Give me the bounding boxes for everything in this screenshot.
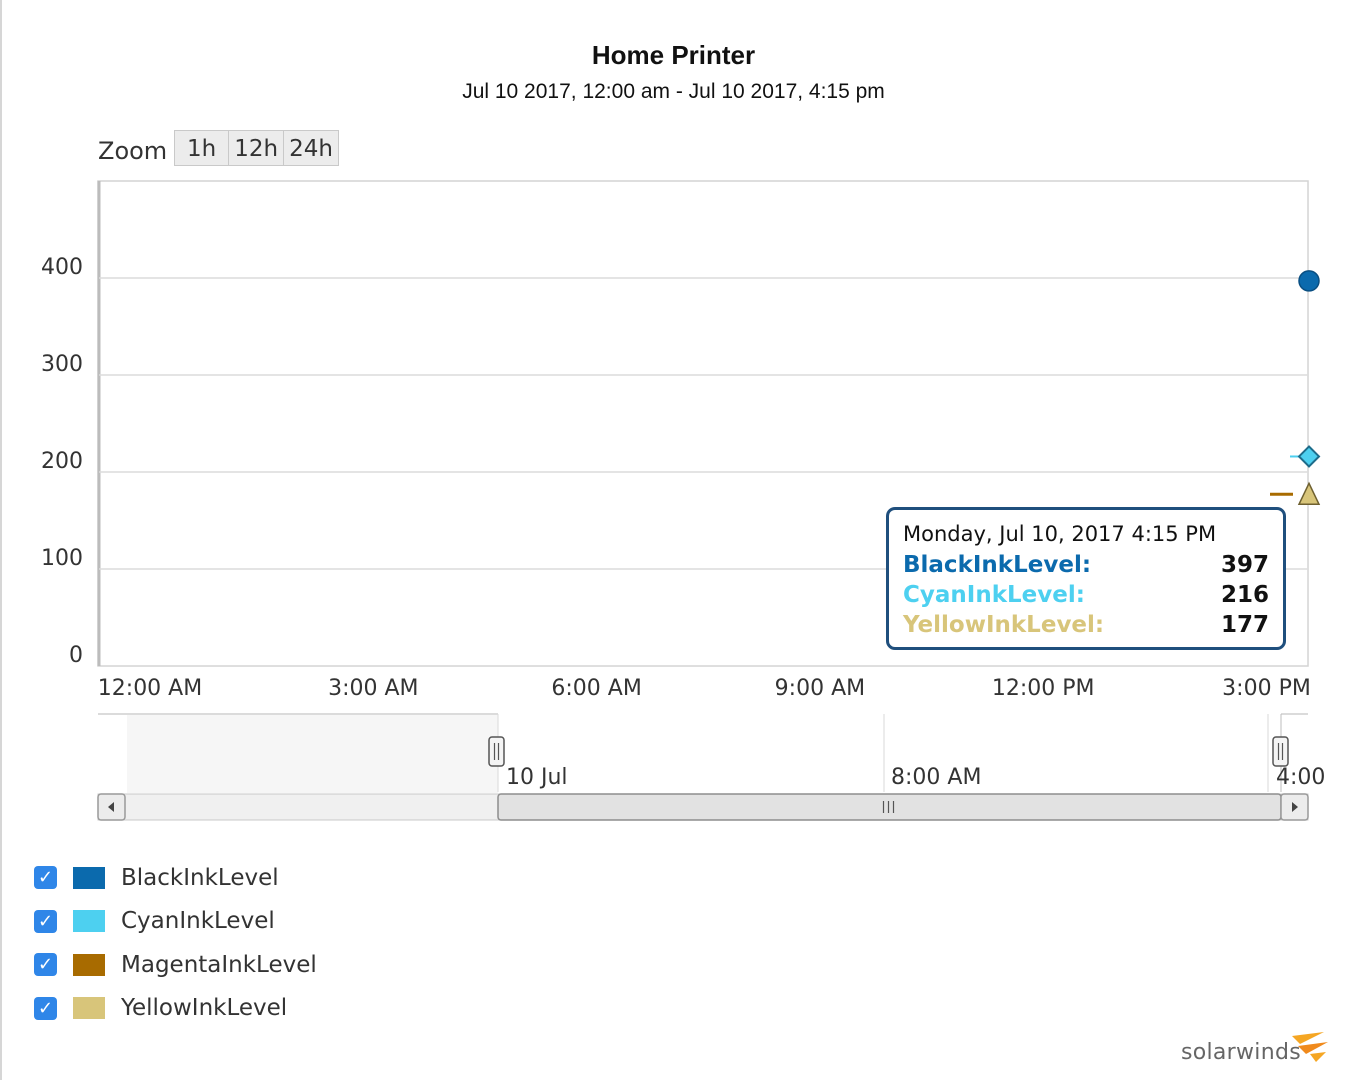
- y-tick-label: 400: [41, 255, 83, 280]
- tooltip-date: Monday, Jul 10, 2017 4:15 PM: [903, 522, 1217, 546]
- y-tick-label: 200: [41, 449, 83, 474]
- checkmark-icon[interactable]: ✓: [34, 996, 57, 1020]
- legend-item-cyan[interactable]: ✓ CyanInkLevel: [34, 900, 317, 944]
- scrollbar-left-arrow-button[interactable]: [97, 793, 126, 821]
- scrollbar-thumb[interactable]: [497, 793, 1282, 821]
- legend-item-magenta[interactable]: ✓ MagentaInkLevel: [34, 943, 317, 987]
- data-point-cyaninklevel[interactable]: [1290, 445, 1321, 468]
- tooltip-row: CyanInkLevel: 216: [903, 580, 1269, 610]
- tooltip-series-value: 177: [1220, 612, 1269, 638]
- chart-canvas: 0 100 200 300 400 12:00 AM 3:00 AM 6:00 AM 9:00…: [41, 180, 1325, 821]
- tooltip-series-value: 397: [1220, 552, 1269, 578]
- navigator-label: 4:00: [1276, 765, 1325, 790]
- tooltip-series-name: CyanInkLevel:: [903, 582, 1085, 608]
- scrollbar: [97, 793, 1309, 821]
- navigator-right-handle[interactable]: [1272, 736, 1289, 767]
- x-tick-label: 12:00 AM: [98, 676, 202, 701]
- scrollbar-right-arrow-button[interactable]: [1280, 793, 1309, 821]
- navigator-left-handle[interactable]: [488, 736, 505, 767]
- legend-item-yellow[interactable]: ✓ YellowInkLevel: [34, 987, 317, 1031]
- y-tick-label: 100: [41, 546, 83, 571]
- solarwinds-logo: solarwinds: [1180, 1040, 1301, 1065]
- navigator: 10 Jul 8:00 AM 4:00: [98, 713, 1325, 793]
- checkmark-icon[interactable]: ✓: [34, 953, 57, 977]
- y-tick-label: 0: [69, 643, 83, 668]
- legend-label: BlackInkLevel: [121, 864, 279, 891]
- x-axis-ticks: 12:00 AM 3:00 AM 6:00 AM 9:00 AM 12:00 PM 3:0…: [98, 676, 1311, 701]
- tooltip-series-name: YellowInkLevel:: [903, 612, 1105, 638]
- navigator-label: 10 Jul: [506, 765, 568, 790]
- legend-swatch: [73, 953, 105, 976]
- legend-swatch: [73, 910, 105, 933]
- legend-label: YellowInkLevel: [121, 995, 288, 1022]
- x-tick-label: 3:00 AM: [328, 676, 418, 701]
- legend-swatch: [73, 997, 105, 1020]
- chart-legend: ✓ BlackInkLevel ✓ CyanInkLevel ✓ Magenta…: [34, 856, 317, 1030]
- x-tick-label: 9:00 AM: [775, 676, 865, 701]
- legend-item-black[interactable]: ✓ BlackInkLevel: [34, 856, 317, 900]
- legend-label: CyanInkLevel: [121, 908, 275, 935]
- data-point-yellowinklevel[interactable]: [1297, 481, 1321, 506]
- series-markers: [1270, 270, 1321, 506]
- x-tick-label: 6:00 AM: [551, 676, 641, 701]
- y-tick-label: 300: [41, 352, 83, 377]
- navigator-label: 8:00 AM: [891, 765, 981, 790]
- checkmark-icon[interactable]: ✓: [34, 866, 57, 890]
- tooltip-row: BlackInkLevel: 397: [903, 550, 1269, 580]
- tooltip-series-value: 216: [1220, 582, 1269, 608]
- navigator-outside-area: [127, 715, 498, 793]
- legend-label: MagentaInkLevel: [121, 951, 317, 978]
- x-tick-label: 3:00 PM: [1222, 676, 1311, 701]
- solarwinds-logo-icon: [1292, 1032, 1328, 1062]
- tooltip-row: YellowInkLevel: 177: [903, 610, 1269, 640]
- y-axis-ticks: 0 100 200 300 400: [41, 255, 83, 668]
- legend-swatch: [73, 866, 105, 889]
- chart-tooltip: Monday, Jul 10, 2017 4:15 PM BlackInkLev…: [886, 507, 1286, 650]
- data-point-blackinklevel[interactable]: [1298, 270, 1320, 292]
- checkmark-icon[interactable]: ✓: [34, 909, 57, 933]
- tooltip-series-name: BlackInkLevel:: [903, 552, 1092, 578]
- x-tick-label: 12:00 PM: [992, 676, 1095, 701]
